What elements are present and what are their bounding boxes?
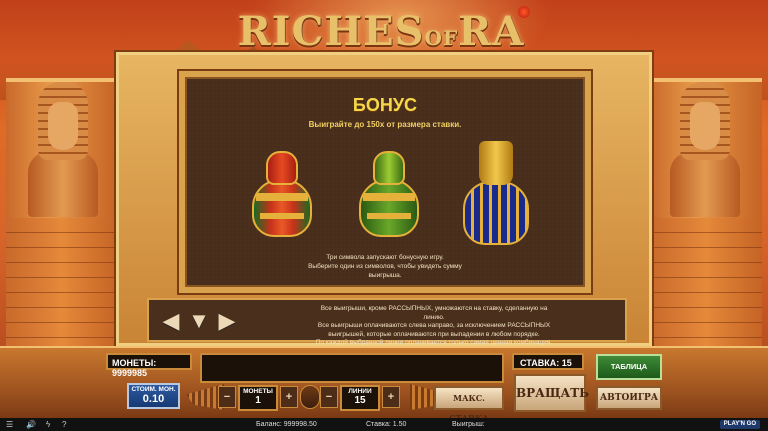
pharaoh-statue-left bbox=[28, 82, 98, 217]
help-icon[interactable]: ? bbox=[62, 418, 66, 431]
sound-icon[interactable]: 🔊 bbox=[26, 418, 36, 431]
general-rules-text: Все выигрыши, кроме РАССЫПНЫХ, умножаютс… bbox=[315, 305, 553, 346]
lines-plus-button[interactable]: + bbox=[382, 386, 400, 408]
paytable-frame: БОНУС Выиграйте до 150x от размера ставк… bbox=[116, 52, 652, 346]
return-to-game-arrow-icon[interactable]: ▼ bbox=[187, 310, 211, 334]
coins-plus-button[interactable]: + bbox=[280, 386, 298, 408]
coin-value-selector[interactable]: СТОИМ. МОН. 0.10 bbox=[127, 383, 180, 409]
balance-text: Баланс: 999998.50 bbox=[256, 421, 317, 428]
red-canopic-jar-icon bbox=[252, 151, 312, 239]
coins-display: МОНЕТЫ: 9999985 bbox=[106, 353, 192, 378]
prev-page-arrow-icon[interactable]: ◀ bbox=[159, 310, 183, 334]
bonus-title: БОНУС bbox=[352, 95, 418, 115]
pillar-left bbox=[6, 78, 118, 348]
bonus-info-panel: БОНУС Выиграйте до 150x от размера ставк… bbox=[179, 71, 591, 293]
coins-control: МОНЕТЫ 1 bbox=[238, 385, 278, 411]
autoplay-button[interactable]: АВТОИГРА bbox=[596, 386, 662, 410]
lines-minus-button[interactable]: − bbox=[320, 386, 338, 408]
status-bar: ☰ 🔊 ϟ ? Баланс: 999998.50 Ставка: 1.50 В… bbox=[0, 418, 768, 431]
pharaoh-statue-right bbox=[670, 82, 740, 217]
win-text: Выигрыш: bbox=[452, 421, 485, 428]
lightning-icon[interactable]: ϟ bbox=[46, 418, 50, 431]
lines-control: ЛИНИИ 15 bbox=[340, 385, 380, 411]
pillar-right bbox=[650, 78, 762, 348]
provider-logo: PLAY'N GO bbox=[719, 420, 760, 429]
control-bar: МОНЕТЫ: 9999985 СТАВКА: 15 СТОИМ. МОН. 0… bbox=[0, 346, 768, 423]
bonus-subtitle: Выиграйте до 150x от размера ставки. bbox=[308, 120, 462, 129]
rules-strip: ◀ ▼ ▶ Все выигрыши, кроме РАССЫПНЫХ, умн… bbox=[147, 298, 627, 346]
spin-button[interactable]: ВРАЩАТЬ bbox=[514, 374, 589, 412]
message-display bbox=[200, 353, 504, 383]
scarab-icon bbox=[300, 385, 320, 409]
game-logo: RICHESOFRA bbox=[0, 6, 768, 55]
green-canopic-jar-icon bbox=[359, 151, 419, 239]
bonus-rules-text: Три символа запускают бонусную игру. Выб… bbox=[308, 254, 462, 279]
coins-minus-button[interactable]: − bbox=[218, 386, 236, 408]
menu-icon[interactable]: ☰ bbox=[6, 418, 13, 431]
next-page-arrow-icon[interactable]: ▶ bbox=[215, 310, 239, 334]
max-bet-button[interactable]: МАКС. СТАВКА bbox=[434, 386, 504, 423]
anubis-canopic-jar-icon bbox=[463, 141, 529, 247]
bet-text: Ставка: 1.50 bbox=[366, 421, 407, 428]
paytable-button[interactable]: ТАБЛИЦА ВЫПЛАТ bbox=[596, 354, 662, 393]
sun-disk-icon bbox=[518, 6, 531, 18]
paytable-navigation: ◀ ▼ ▶ bbox=[159, 310, 239, 334]
bet-display: СТАВКА: 15 bbox=[512, 353, 584, 370]
